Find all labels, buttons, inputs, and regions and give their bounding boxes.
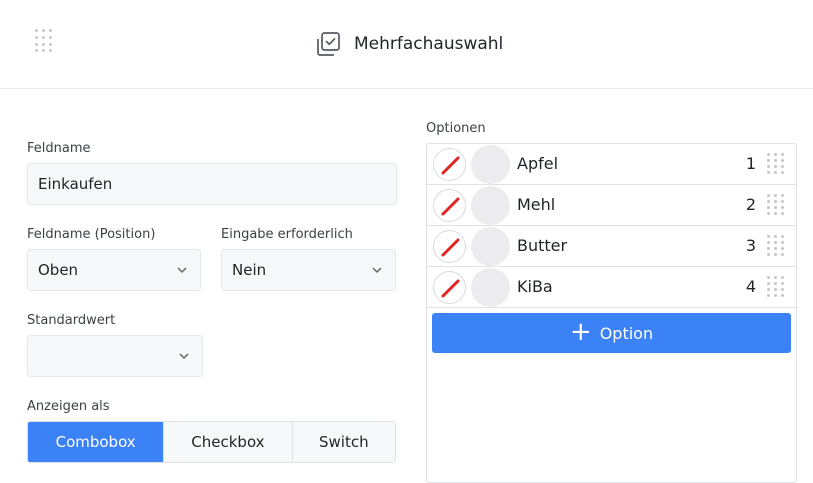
plus-icon: + <box>569 317 592 347</box>
option-image[interactable] <box>471 227 510 266</box>
drag-handle-icon[interactable] <box>767 235 784 256</box>
fieldname-label: Feldname <box>27 141 91 156</box>
drag-handle-icon[interactable] <box>767 194 784 215</box>
option-position: 2 <box>745 195 756 214</box>
list-item: Mehl 2 <box>427 185 796 226</box>
slash-icon <box>441 197 460 216</box>
delete-option-button[interactable] <box>433 230 466 263</box>
required-value: Nein <box>232 261 267 279</box>
fieldname-value: Einkaufen <box>38 175 113 193</box>
option-position: 4 <box>745 277 756 296</box>
required-label: Eingabe erforderlich <box>221 227 353 242</box>
delete-option-button[interactable] <box>433 189 466 222</box>
option-image[interactable] <box>471 186 510 225</box>
fieldname-input[interactable]: Einkaufen <box>27 163 397 205</box>
option-label[interactable]: Butter <box>517 236 567 255</box>
required-select[interactable]: Nein <box>221 249 396 291</box>
position-select[interactable]: Oben <box>27 249 201 291</box>
delete-option-button[interactable] <box>433 271 466 304</box>
slash-icon <box>441 279 460 298</box>
display-option-combobox[interactable]: Combobox <box>28 422 164 462</box>
add-option-button[interactable]: + Option <box>432 313 791 353</box>
position-label: Feldname (Position) <box>27 227 156 242</box>
options-label: Optionen <box>426 121 486 136</box>
chevron-down-icon <box>372 267 382 274</box>
display-option-switch[interactable]: Switch <box>291 422 395 462</box>
add-option-label: Option <box>599 323 654 343</box>
delete-option-button[interactable] <box>433 148 466 181</box>
multi-select-icon <box>317 32 340 56</box>
option-position: 3 <box>745 236 756 255</box>
display-option-checkbox[interactable]: Checkbox <box>163 422 292 462</box>
list-item: Apfel 1 <box>427 144 796 185</box>
title-group: Mehrfachauswahl <box>314 30 503 58</box>
slash-icon <box>441 238 460 257</box>
position-value: Oben <box>38 261 79 279</box>
display-segmented-control: Combobox Checkbox Switch <box>27 421 396 463</box>
display-label: Anzeigen als <box>27 399 110 414</box>
options-list: Apfel 1 Mehl 2 Butter 3 KiBa 4 + Option <box>426 143 797 483</box>
option-label[interactable]: Mehl <box>517 195 555 214</box>
option-image[interactable] <box>471 268 510 307</box>
header-bar: Mehrfachauswahl <box>0 0 813 89</box>
list-item: Butter 3 <box>427 226 796 267</box>
option-label[interactable]: KiBa <box>517 277 553 296</box>
slash-icon <box>441 156 460 175</box>
list-item: KiBa 4 <box>427 267 796 308</box>
option-image[interactable] <box>471 145 510 184</box>
drag-handle-icon[interactable] <box>767 276 784 297</box>
page-title: Mehrfachauswahl <box>354 34 504 54</box>
chevron-down-icon <box>177 267 187 274</box>
option-label[interactable]: Apfel <box>517 154 558 173</box>
chevron-down-icon <box>179 353 189 360</box>
drag-handle-icon[interactable] <box>767 153 784 174</box>
default-label: Standardwert <box>27 313 116 328</box>
drag-handle-icon[interactable] <box>35 29 53 53</box>
default-select[interactable] <box>27 335 203 377</box>
option-position: 1 <box>745 154 756 173</box>
